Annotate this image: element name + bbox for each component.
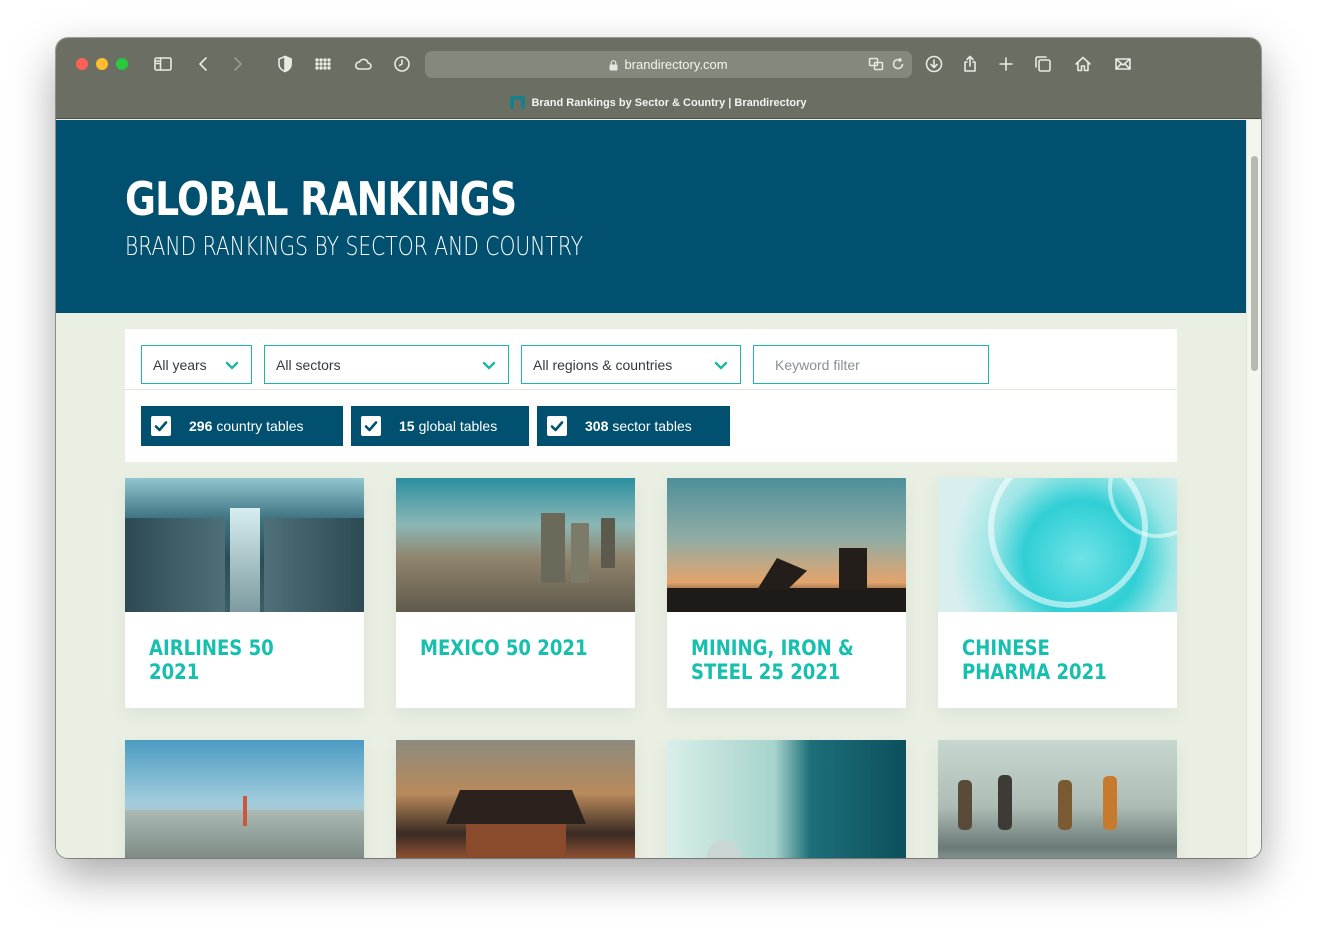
card-image xyxy=(938,740,1177,858)
ranking-card[interactable] xyxy=(667,740,906,858)
hero-banner: GLOBAL RANKINGS BRAND RANKINGS BY SECTOR… xyxy=(56,120,1246,313)
chevron-down-icon xyxy=(714,358,728,372)
filter-panel: All years All sectors All regions & coun… xyxy=(125,329,1177,462)
page-subtitle: BRAND RANKINGS BY SECTOR AND COUNTRY xyxy=(125,232,584,262)
card-title: CHINESE PHARMA 2021 xyxy=(962,636,1107,684)
card-image xyxy=(938,478,1177,612)
cloud-icon[interactable] xyxy=(351,52,375,76)
chevron-down-icon xyxy=(482,358,496,372)
year-select[interactable]: All years xyxy=(141,345,252,384)
forward-icon[interactable] xyxy=(226,52,250,76)
card-image xyxy=(125,478,364,612)
ranking-card[interactable] xyxy=(125,740,364,858)
ranking-card[interactable]: MEXICO 50 2021 xyxy=(396,478,635,708)
page-content: GLOBAL RANKINGS BRAND RANKINGS BY SECTOR… xyxy=(56,120,1246,858)
card-image xyxy=(667,478,906,612)
tab-title-text: Brand Rankings by Sector & Country | Bra… xyxy=(531,96,807,109)
lock-icon xyxy=(609,59,618,71)
downloads-icon[interactable] xyxy=(922,52,946,76)
toggle-label: global tables xyxy=(418,418,498,434)
checkbox-checked-icon[interactable] xyxy=(547,416,567,436)
browser-window: brandirectory.com Brand Rankings by Sect… xyxy=(56,38,1261,858)
global-tables-toggle[interactable]: 15 global tables xyxy=(351,406,529,446)
card-title: AIRLINES 50 2021 xyxy=(149,636,274,684)
new-tab-icon[interactable] xyxy=(994,52,1018,76)
keyword-filter-input[interactable] xyxy=(753,345,989,384)
ranking-card[interactable] xyxy=(396,740,635,858)
minimize-window-button[interactable] xyxy=(96,58,108,70)
reload-icon[interactable] xyxy=(890,56,906,72)
vertical-scrollbar[interactable] xyxy=(1246,120,1261,858)
tab-overview-icon[interactable] xyxy=(1031,52,1055,76)
close-window-button[interactable] xyxy=(76,58,88,70)
sector-select[interactable]: All sectors xyxy=(264,345,509,384)
active-tab[interactable]: Brand Rankings by Sector & Country | Bra… xyxy=(56,96,1261,109)
checkbox-checked-icon[interactable] xyxy=(361,416,381,436)
privacy-shield-icon[interactable] xyxy=(273,52,297,76)
toggle-count: 308 xyxy=(585,418,609,434)
ranking-card[interactable]: AIRLINES 50 2021 xyxy=(125,478,364,708)
home-icon[interactable] xyxy=(1071,52,1095,76)
sidebar-icon[interactable] xyxy=(151,52,175,76)
page-title: GLOBAL RANKINGS xyxy=(125,172,517,226)
address-bar[interactable]: brandirectory.com xyxy=(425,51,912,78)
ranking-card[interactable]: MINING, IRON & STEEL 25 2021 xyxy=(667,478,906,708)
share-icon[interactable] xyxy=(958,52,982,76)
toggle-label: country tables xyxy=(216,418,304,434)
year-select-value: All years xyxy=(153,356,207,373)
country-tables-toggle[interactable]: 296 country tables xyxy=(141,406,343,446)
scrollbar-thumb[interactable] xyxy=(1251,156,1258,371)
chevron-down-icon xyxy=(225,358,239,372)
region-select[interactable]: All regions & countries xyxy=(521,345,741,384)
card-title: MEXICO 50 2021 xyxy=(420,636,588,660)
browser-toolbar: brandirectory.com Brand Rankings by Sect… xyxy=(56,38,1261,119)
extensions-grid-icon[interactable] xyxy=(311,52,335,76)
card-image xyxy=(667,740,906,858)
toggle-count: 15 xyxy=(399,418,415,434)
translate-icon[interactable] xyxy=(868,56,884,72)
checkbox-checked-icon[interactable] xyxy=(151,416,171,436)
brandirectory-favicon-icon xyxy=(510,96,526,109)
sector-tables-toggle[interactable]: 308 sector tables xyxy=(537,406,730,446)
ranking-card[interactable] xyxy=(938,740,1177,858)
back-icon[interactable] xyxy=(191,52,215,76)
card-image xyxy=(396,740,635,858)
mail-icon[interactable] xyxy=(1111,52,1135,76)
ranking-card[interactable]: CHINESE PHARMA 2021 xyxy=(938,478,1177,708)
url-text: brandirectory.com xyxy=(624,57,728,72)
divider xyxy=(125,389,1177,390)
card-title: MINING, IRON & STEEL 25 2021 xyxy=(691,636,854,684)
history-clock-icon[interactable] xyxy=(390,52,414,76)
toggle-count: 296 xyxy=(189,418,213,434)
card-image xyxy=(125,740,364,858)
region-select-value: All regions & countries xyxy=(533,356,673,373)
card-image xyxy=(396,478,635,612)
zoom-window-button[interactable] xyxy=(116,58,128,70)
toggle-label: sector tables xyxy=(612,418,692,434)
sector-select-value: All sectors xyxy=(276,356,341,373)
